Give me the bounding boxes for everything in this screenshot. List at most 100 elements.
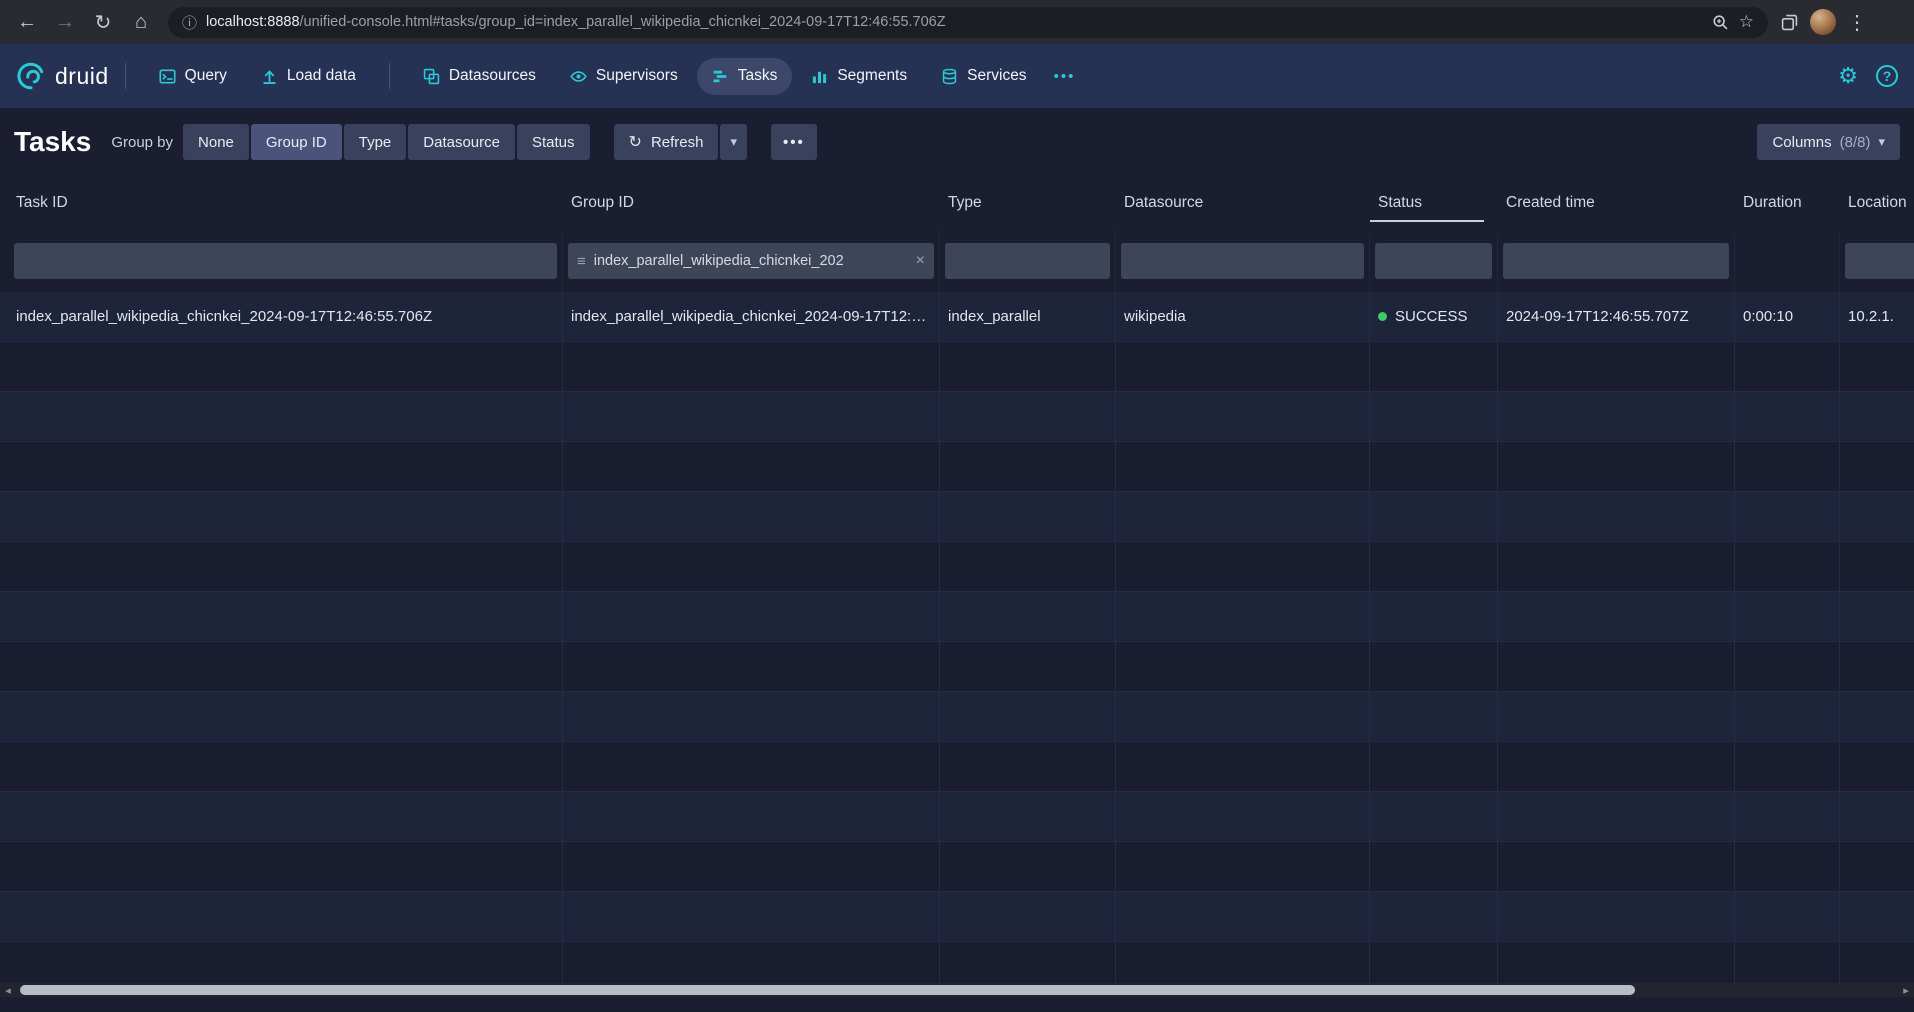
help-icon[interactable]: ? [1876, 65, 1898, 87]
location-filter-input[interactable] [1845, 243, 1914, 279]
zoom-icon[interactable] [1712, 14, 1729, 31]
url-bar[interactable]: ⓘ localhost:8888/unified-console.html#ta… [168, 7, 1768, 38]
profile-avatar[interactable] [1810, 9, 1836, 35]
group-by-status-button[interactable]: Status [517, 124, 590, 160]
datasources-icon [423, 68, 440, 85]
scroll-left-icon[interactable]: ◂ [0, 983, 16, 997]
cell-datasource[interactable]: wikipedia [1116, 292, 1370, 341]
cell-created-time[interactable]: 2024-09-17T12:46:55.707Z [1498, 292, 1735, 341]
cell-status[interactable]: SUCCESS [1370, 292, 1498, 341]
cell-task-id[interactable]: index_parallel_wikipedia_chicnkei_2024-0… [0, 292, 563, 341]
empty-cell [1498, 792, 1735, 841]
cell-duration[interactable]: 0:00:10 [1735, 292, 1840, 341]
column-header-status[interactable]: Status [1370, 176, 1498, 230]
empty-cell [0, 842, 563, 891]
group-by-buttons: None Group ID Type Datasource Status [183, 124, 590, 160]
reload-icon[interactable]: ↻ [86, 5, 120, 39]
nav-item-services[interactable]: Services [926, 58, 1041, 95]
empty-cell [1735, 942, 1840, 983]
empty-cell [1735, 342, 1840, 391]
cell-group-id[interactable]: index_parallel_wikipedia_chicnkei_2024-0… [563, 292, 940, 341]
page-title: Tasks [14, 126, 91, 158]
filter-cell [1840, 230, 1914, 292]
empty-cell [940, 792, 1116, 841]
datasource-filter-input[interactable] [1121, 243, 1364, 279]
empty-cell [1735, 842, 1840, 891]
more-actions-button[interactable]: ••• [771, 124, 817, 160]
empty-row [0, 642, 1914, 692]
filter-cell [1498, 230, 1735, 292]
column-header-type[interactable]: Type [940, 176, 1116, 230]
cell-location[interactable]: 10.2.1. [1840, 292, 1914, 341]
extensions-icon[interactable] [1772, 5, 1806, 39]
nav-item-datasources[interactable]: Datasources [408, 58, 551, 95]
empty-cell [563, 742, 940, 791]
empty-cell [563, 842, 940, 891]
settings-gear-icon[interactable]: ⚙ [1838, 63, 1858, 89]
empty-cell [1498, 642, 1735, 691]
group-id-filter-input[interactable]: ≡ index_parallel_wikipedia_chicnkei_202 … [568, 243, 934, 279]
created-time-filter-input[interactable] [1503, 243, 1729, 279]
filter-cell [1370, 230, 1498, 292]
empty-cell [1735, 642, 1840, 691]
browser-menu-icon[interactable]: ⋮ [1840, 5, 1874, 39]
scroll-right-icon[interactable]: ▸ [1898, 983, 1914, 997]
site-info-icon[interactable]: ⓘ [182, 12, 197, 33]
horizontal-scrollbar[interactable]: ◂ ▸ [0, 983, 1914, 997]
task-id-filter-input[interactable] [14, 243, 557, 279]
back-icon[interactable]: ← [10, 5, 44, 39]
nav-label: Datasources [449, 67, 536, 85]
status-filter-input[interactable] [1375, 243, 1492, 279]
empty-cell [0, 342, 563, 391]
druid-logo-icon [16, 61, 46, 91]
group-by-group-id-button[interactable]: Group ID [251, 124, 342, 160]
task-row[interactable]: index_parallel_wikipedia_chicnkei_2024-0… [0, 292, 1914, 342]
druid-brand[interactable]: druid [16, 61, 109, 91]
refresh-caret-button[interactable]: ▾ [720, 124, 747, 160]
empty-cell [1735, 492, 1840, 541]
nav-item-query[interactable]: Query [144, 58, 242, 95]
empty-row [0, 692, 1914, 742]
empty-cell [1370, 942, 1498, 983]
nav-item-load-data[interactable]: Load data [246, 58, 371, 95]
nav-item-segments[interactable]: Segments [796, 58, 922, 95]
nav-item-tasks[interactable]: Tasks [697, 58, 793, 95]
empty-cell [1498, 742, 1735, 791]
column-header-location[interactable]: Location [1840, 176, 1914, 230]
empty-cell [940, 442, 1116, 491]
empty-cell [563, 442, 940, 491]
chevron-down-icon: ▾ [1878, 134, 1885, 150]
group-by-none-button[interactable]: None [183, 124, 249, 160]
nav-item-supervisors[interactable]: Supervisors [555, 58, 693, 95]
clear-filter-icon[interactable]: × [916, 252, 925, 270]
empty-cell [1498, 442, 1735, 491]
column-header-duration[interactable]: Duration [1735, 176, 1840, 230]
group-by-type-button[interactable]: Type [344, 124, 407, 160]
empty-cell [1735, 742, 1840, 791]
column-header-task-id[interactable]: Task ID [0, 176, 563, 230]
bookmark-star-icon[interactable]: ☆ [1739, 12, 1754, 32]
nav-more-icon[interactable]: ••• [1044, 58, 1086, 95]
empty-cell [1370, 542, 1498, 591]
empty-cell [1116, 642, 1370, 691]
empty-cell [0, 692, 563, 741]
column-header-created-time[interactable]: Created time [1498, 176, 1735, 230]
empty-cell [1735, 542, 1840, 591]
empty-row [0, 542, 1914, 592]
group-by-datasource-button[interactable]: Datasource [408, 124, 515, 160]
refresh-button[interactable]: ↻Refresh [614, 124, 719, 160]
type-filter-input[interactable] [945, 243, 1110, 279]
empty-cell [563, 892, 940, 941]
empty-cell [1498, 392, 1735, 441]
empty-cell [1498, 342, 1735, 391]
cell-type[interactable]: index_parallel [940, 292, 1116, 341]
columns-button[interactable]: Columns (8/8) ▾ [1757, 124, 1900, 160]
column-header-datasource[interactable]: Datasource [1116, 176, 1370, 230]
scrollbar-thumb[interactable] [20, 985, 1635, 995]
empty-cell [1116, 342, 1370, 391]
home-icon[interactable]: ⌂ [124, 5, 158, 39]
column-header-group-id[interactable]: Group ID [563, 176, 940, 230]
empty-row [0, 592, 1914, 642]
empty-cell [563, 342, 940, 391]
forward-icon[interactable]: → [48, 5, 82, 39]
